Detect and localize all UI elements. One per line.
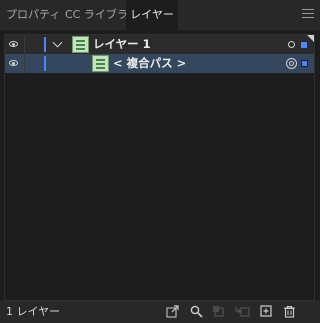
corner-triangle-icon bbox=[307, 35, 314, 42]
eye-icon[interactable] bbox=[9, 41, 18, 47]
layers-list bbox=[4, 34, 315, 301]
search-icon[interactable] bbox=[190, 305, 203, 318]
panel-tab-bar: プロパティ CC ライブラリ レイヤー bbox=[0, 0, 320, 30]
eye-icon[interactable] bbox=[9, 60, 18, 66]
hamburger-icon[interactable] bbox=[302, 9, 314, 21]
layer-count: 1 レイヤー bbox=[6, 305, 61, 318]
tab-properties[interactable]: プロパティ bbox=[6, 0, 60, 30]
target-circle-icon[interactable] bbox=[288, 41, 295, 48]
tab-layers[interactable]: レイヤー bbox=[126, 0, 178, 30]
lock-column[interactable] bbox=[24, 54, 25, 73]
trash-icon[interactable] bbox=[283, 305, 296, 318]
layer-color-bar bbox=[44, 56, 46, 71]
chevron-down-icon[interactable] bbox=[52, 37, 63, 48]
new-layer-icon[interactable] bbox=[260, 305, 273, 318]
new-sublayer-icon[interactable] bbox=[235, 305, 250, 318]
export-icon[interactable] bbox=[166, 305, 179, 318]
lock-column[interactable] bbox=[24, 35, 25, 54]
selection-square-icon[interactable] bbox=[301, 42, 307, 48]
selection-square-icon[interactable] bbox=[301, 60, 308, 67]
sublayer-row[interactable]: < 複合パス > bbox=[5, 54, 314, 73]
layer-name[interactable]: レイヤー 1 bbox=[93, 35, 151, 54]
sublayer-name[interactable]: < 複合パス > bbox=[113, 54, 186, 73]
target-selected-icon[interactable] bbox=[286, 58, 297, 69]
layer-thumbnail-icon bbox=[72, 36, 89, 53]
compound-path-thumbnail-icon bbox=[92, 55, 109, 72]
layer-row[interactable]: レイヤー 1 bbox=[5, 35, 314, 54]
clipping-mask-icon[interactable] bbox=[212, 305, 225, 318]
layer-color-bar bbox=[44, 37, 46, 52]
panel-footer: 1 レイヤー bbox=[0, 301, 320, 323]
